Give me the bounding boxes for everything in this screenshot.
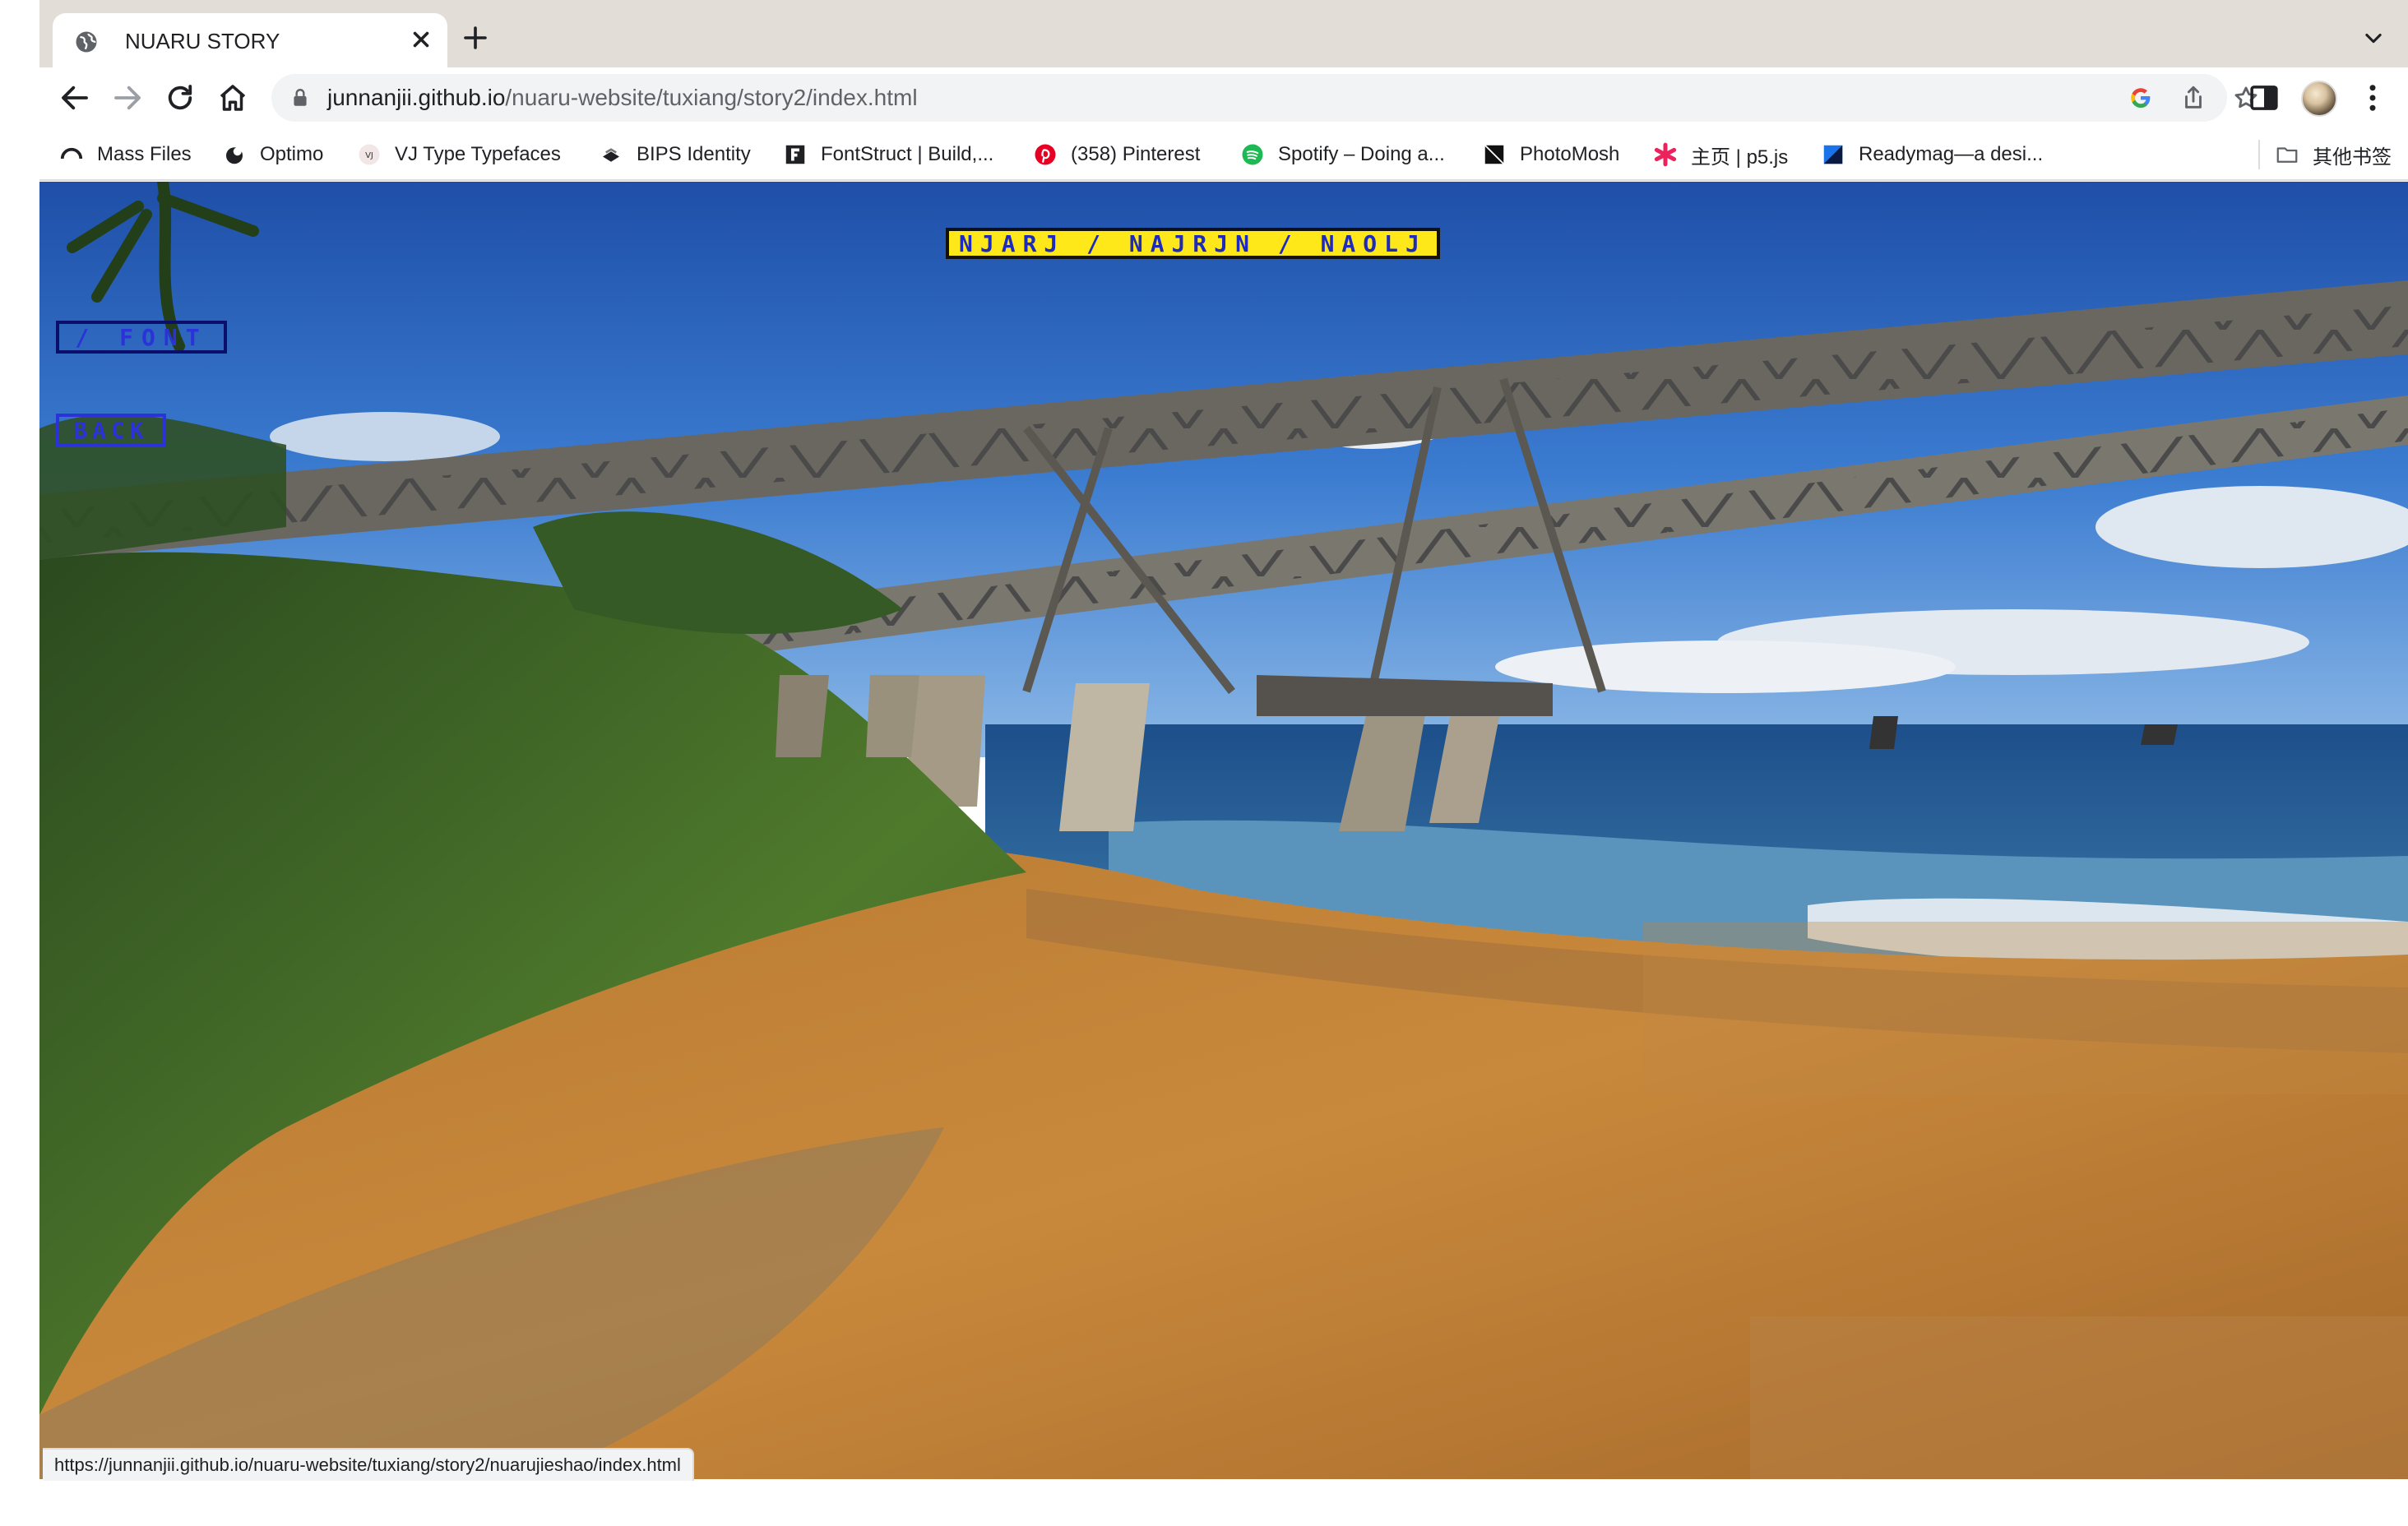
- bookmark-pinterest[interactable]: (358) Pinterest: [1033, 138, 1200, 171]
- pinterest-icon: [1033, 142, 1058, 167]
- bookmarks-divider: [2258, 140, 2260, 169]
- address-bar[interactable]: junnanjii.github.io/nuaru-website/tuxian…: [271, 74, 2258, 122]
- browser-window: NUARU STORY junnanjii.github.io/nuaru-we…: [39, 0, 2408, 1526]
- bookmark-vj-type[interactable]: VJ VJ Type Typefaces: [357, 138, 561, 171]
- bookmark-label: BIPS Identity: [637, 143, 751, 165]
- bookmark-fontstruct[interactable]: FontStruct | Build,...: [783, 138, 993, 171]
- url-text[interactable]: junnanjii.github.io/nuaru-website/tuxian…: [327, 85, 918, 111]
- side-panel-icon[interactable]: [2247, 81, 2281, 115]
- back-link[interactable]: BACK: [56, 414, 166, 446]
- optimo-icon: [222, 142, 247, 167]
- beach-pier-photo: [39, 182, 2408, 1479]
- bookmark-optimo[interactable]: Optimo: [222, 138, 323, 171]
- chevron-down-icon[interactable]: [2362, 26, 2385, 49]
- status-bar-url: https://junnanjii.github.io/nuaru-websit…: [43, 1448, 694, 1481]
- fontstruct-icon: [783, 142, 808, 167]
- readymag-icon: [1821, 142, 1845, 167]
- bookmark-label: 主页 | p5.js: [1691, 146, 1789, 169]
- google-icon[interactable]: [2127, 84, 2155, 112]
- other-bookmarks-label: 其他书签: [2313, 146, 2392, 169]
- home-icon[interactable]: [215, 81, 250, 115]
- title-banner[interactable]: NJARJ / NAJRJN / NAOLJ: [946, 228, 1440, 259]
- url-path: /nuaru-website/tuxiang/story2/index.html: [505, 85, 918, 110]
- bookmark-photomosh[interactable]: PhotoMosh: [1482, 138, 1619, 171]
- reload-icon[interactable]: [163, 81, 197, 115]
- tab-title: NUARU STORY: [125, 29, 280, 53]
- photomosh-icon: [1482, 142, 1507, 167]
- bookmark-label: FontStruct | Build,...: [821, 143, 994, 165]
- bookmark-bips[interactable]: BIPS Identity: [599, 138, 751, 171]
- bookmark-readymag[interactable]: Readymag—a desi...: [1821, 138, 2043, 171]
- bookmark-spotify[interactable]: Spotify – Doing a...: [1240, 138, 1445, 171]
- forward-arrow-icon[interactable]: [110, 81, 145, 115]
- page-viewport: NJARJ / NAJRJN / NAOLJ / FONT BACK: [39, 182, 2408, 1479]
- arc-icon: [59, 142, 84, 167]
- bookmark-mass-files[interactable]: Mass Files: [59, 138, 192, 171]
- font-link[interactable]: / FONT: [56, 321, 227, 354]
- bips-icon: [599, 142, 623, 167]
- tab-strip: NUARU STORY: [39, 0, 2408, 67]
- profile-avatar[interactable]: [2301, 81, 2337, 117]
- url-host: junnanjii.github.io: [327, 85, 506, 110]
- vj-icon: VJ: [357, 142, 382, 167]
- bookmark-label: Spotify – Doing a...: [1278, 143, 1445, 165]
- bookmark-label: (358) Pinterest: [1071, 143, 1201, 165]
- bookmark-label: Readymag—a desi...: [1859, 143, 2044, 165]
- back-arrow-icon[interactable]: [58, 81, 92, 115]
- spotify-icon: [1240, 142, 1265, 167]
- globe-icon: [76, 31, 97, 53]
- bookmarks-bar: Mass Files Optimo VJ VJ Type Typefaces B…: [39, 128, 2408, 181]
- close-icon[interactable]: [406, 25, 436, 54]
- share-icon[interactable]: [2179, 84, 2207, 112]
- bookmark-label: PhotoMosh: [1520, 143, 1620, 165]
- lock-icon[interactable]: [289, 86, 311, 109]
- back-link-text: BACK: [73, 416, 149, 444]
- folder-icon: [2275, 142, 2299, 167]
- bookmark-p5js[interactable]: 主页 | p5.js: [1653, 138, 1788, 171]
- bookmark-label: Mass Files: [97, 143, 192, 165]
- p5-icon: [1653, 142, 1678, 167]
- new-tab-icon[interactable]: [461, 23, 490, 53]
- font-link-text: / FONT: [75, 323, 208, 351]
- svg-text:VJ: VJ: [365, 151, 373, 160]
- bookmark-label: VJ Type Typefaces: [395, 143, 561, 165]
- tab-active[interactable]: NUARU STORY: [53, 13, 447, 67]
- other-bookmarks[interactable]: 其他书签: [2275, 138, 2392, 171]
- title-banner-text: NJARJ / NAJRJN / NAOLJ: [959, 229, 1427, 257]
- bookmark-label: Optimo: [260, 143, 324, 165]
- browser-toolbar: junnanjii.github.io/nuaru-website/tuxian…: [39, 67, 2408, 128]
- more-menu-icon[interactable]: [2355, 81, 2390, 115]
